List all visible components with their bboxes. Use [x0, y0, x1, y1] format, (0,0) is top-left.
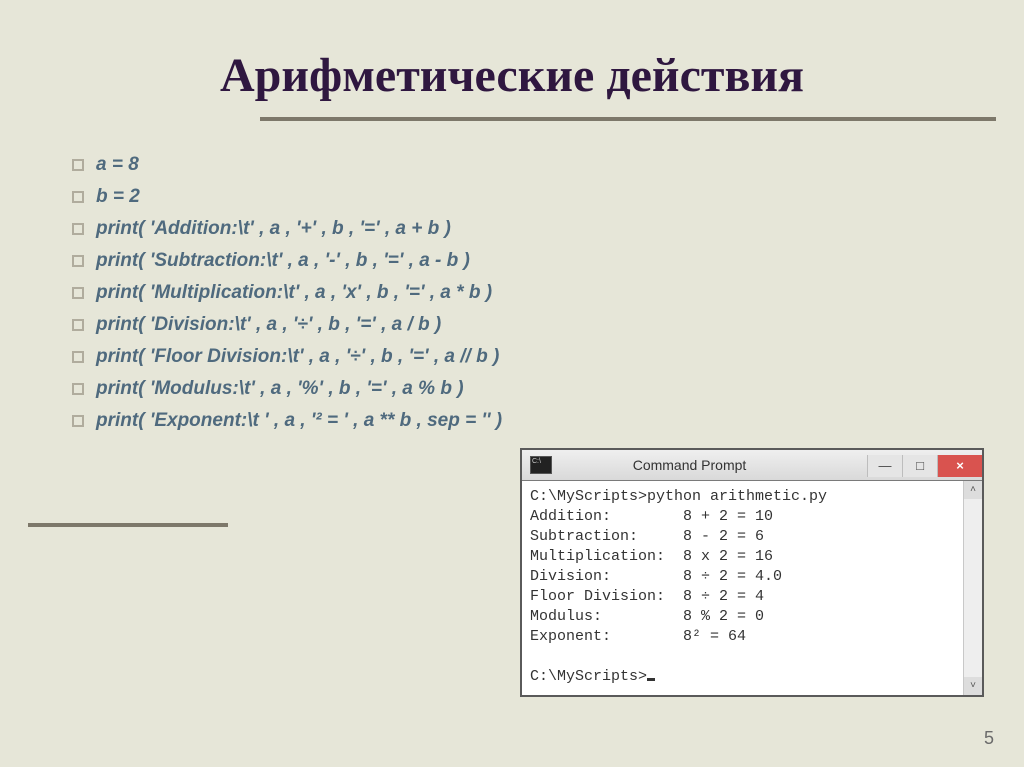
minimize-icon: — — [879, 458, 892, 473]
terminal-output: C:\MyScripts>python arithmetic.py Additi… — [530, 487, 976, 687]
code-line: print( 'Exponent:\t ' , a , '² = ' , a *… — [72, 405, 1024, 437]
window-titlebar: Command Prompt — □ × — [522, 450, 982, 481]
decorative-rule — [28, 523, 228, 527]
slide: Арифметические действия a = 8 b = 2 prin… — [0, 0, 1024, 767]
code-line: b = 2 — [72, 181, 1024, 213]
minimize-button[interactable]: — — [867, 455, 902, 477]
cmd-icon — [530, 456, 552, 474]
code-line: print( 'Addition:\t' , a , '+' , b , '='… — [72, 213, 1024, 245]
window-buttons: — □ × — [867, 454, 982, 477]
close-button[interactable]: × — [937, 455, 982, 477]
terminal-cursor — [647, 678, 655, 681]
code-line: print( 'Modulus:\t' , a , '%' , b , '=' … — [72, 373, 1024, 405]
code-line: print( 'Floor Division:\t' , a , '÷' , b… — [72, 341, 1024, 373]
code-line: print( 'Subtraction:\t' , a , '-' , b , … — [72, 245, 1024, 277]
scroll-down-icon[interactable]: ˅ — [964, 677, 982, 695]
terminal-body: C:\MyScripts>python arithmetic.py Additi… — [522, 481, 982, 695]
command-prompt-window: Command Prompt — □ × C:\MyScripts>python… — [520, 448, 984, 697]
close-icon: × — [956, 458, 964, 473]
code-line: print( 'Division:\t' , a , '÷' , b , '='… — [72, 309, 1024, 341]
maximize-button[interactable]: □ — [902, 455, 937, 477]
code-line: a = 8 — [72, 149, 1024, 181]
scroll-up-icon[interactable]: ˄ — [964, 481, 982, 499]
scrollbar[interactable]: ˄ ˅ — [963, 481, 982, 695]
title-underline — [260, 117, 996, 121]
code-bullet-list: a = 8 b = 2 print( 'Addition:\t' , a , '… — [0, 149, 1024, 437]
window-title: Command Prompt — [552, 457, 867, 473]
maximize-icon: □ — [916, 458, 924, 473]
slide-title: Арифметические действия — [0, 0, 1024, 117]
code-line: print( 'Multiplication:\t' , a , 'x' , b… — [72, 277, 1024, 309]
page-number: 5 — [984, 728, 994, 749]
